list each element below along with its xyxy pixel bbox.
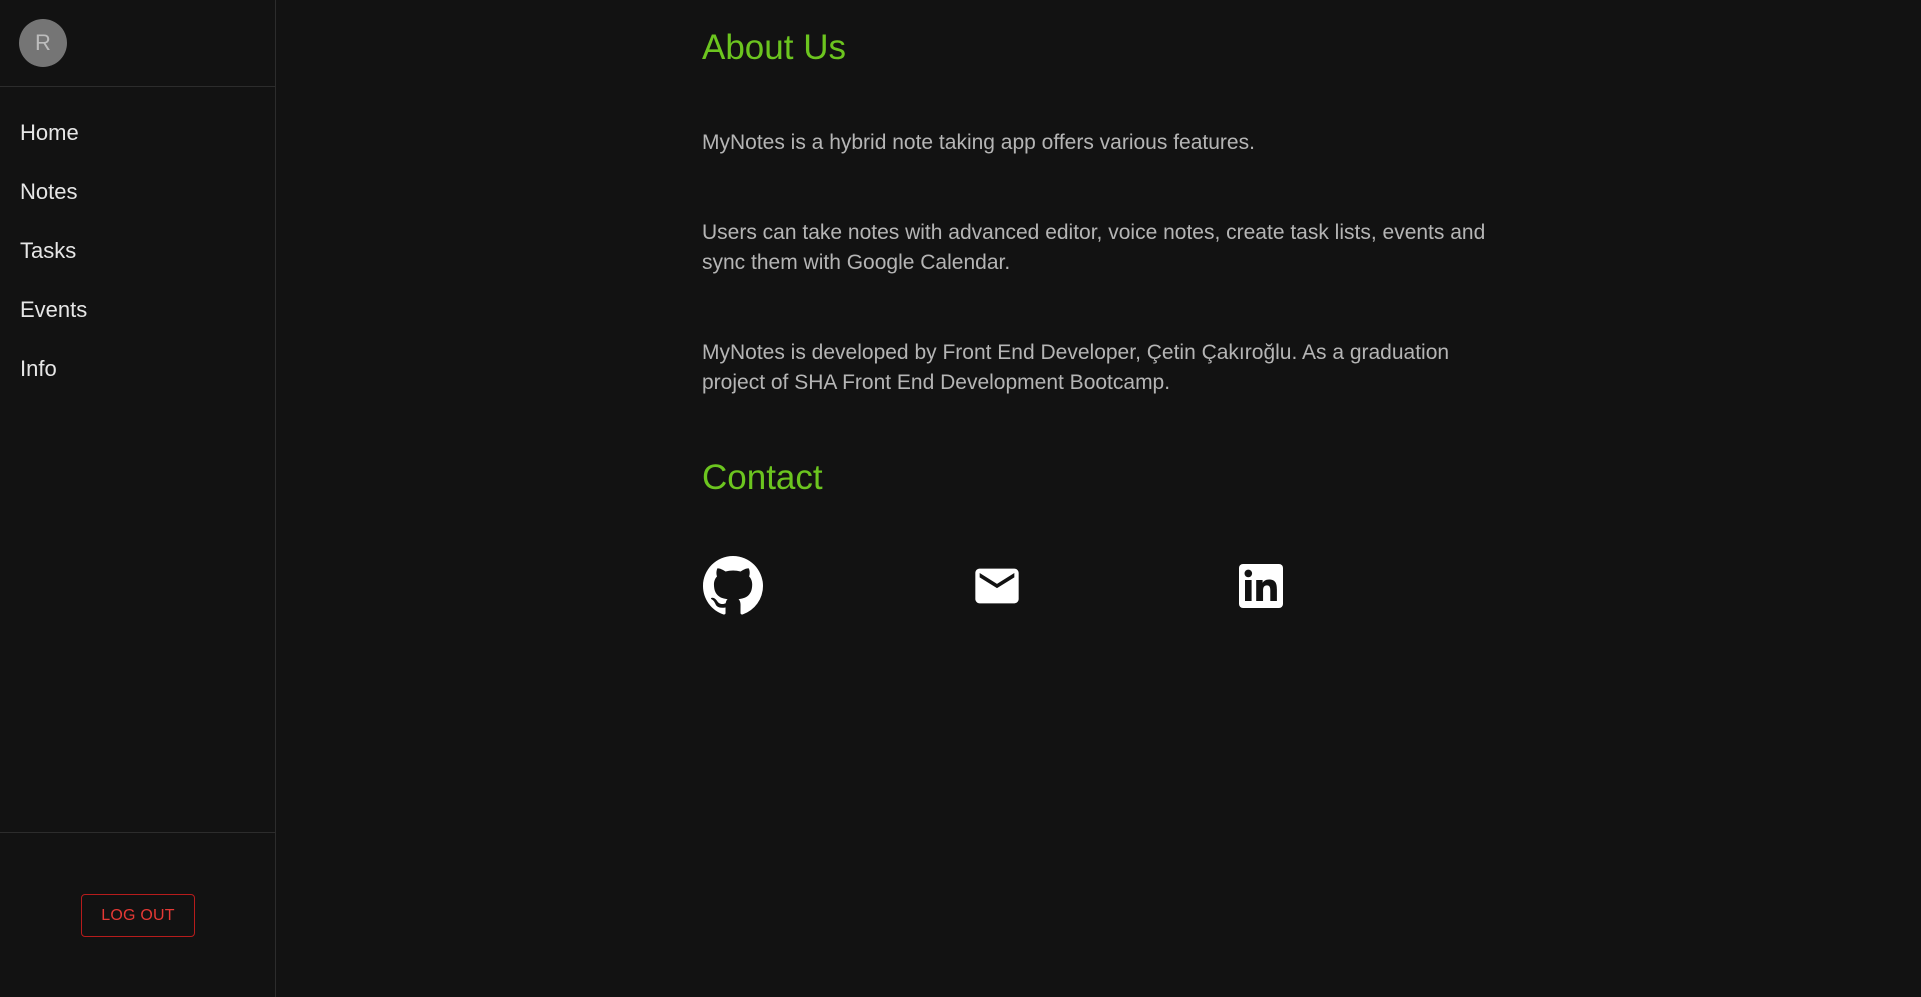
linkedin-icon bbox=[1239, 564, 1283, 608]
github-link[interactable] bbox=[702, 555, 764, 617]
sidebar-item-label: Notes bbox=[20, 178, 78, 204]
sidebar-item-notes[interactable]: Notes bbox=[0, 162, 275, 221]
github-icon bbox=[703, 556, 763, 615]
sidebar-item-label: Info bbox=[20, 355, 57, 381]
about-paragraph-description: Users can take notes with advanced edito… bbox=[702, 221, 1486, 274]
logout-button[interactable]: LOG OUT bbox=[81, 894, 195, 937]
sidebar-divider-bottom bbox=[0, 832, 276, 833]
sidebar-divider-top bbox=[0, 86, 276, 87]
contact-heading: Contact bbox=[702, 458, 823, 497]
email-link[interactable] bbox=[966, 555, 1028, 617]
sidebar-item-home[interactable]: Home bbox=[0, 103, 275, 162]
sidebar: R Home Notes Tasks Events Info LOG OUT bbox=[0, 0, 276, 997]
avatar-initial: R bbox=[35, 30, 51, 55]
avatar[interactable]: R bbox=[19, 19, 67, 67]
sidebar-item-events[interactable]: Events bbox=[0, 280, 275, 339]
sidebar-item-label: Events bbox=[20, 296, 88, 322]
linkedin-link[interactable] bbox=[1230, 555, 1292, 617]
about-heading: About Us bbox=[702, 28, 846, 67]
sidebar-item-label: Home bbox=[20, 119, 79, 145]
about-paragraph-features: MyNotes is a hybrid note taking app offe… bbox=[702, 131, 1255, 154]
about-paragraph-developer: MyNotes is developed by Front End Develo… bbox=[702, 341, 1450, 394]
sidebar-item-label: Tasks bbox=[20, 237, 77, 263]
mail-icon bbox=[975, 568, 1019, 604]
sidebar-item-info[interactable]: Info bbox=[0, 339, 275, 398]
sidebar-nav: Home Notes Tasks Events Info bbox=[0, 103, 275, 398]
sidebar-item-tasks[interactable]: Tasks bbox=[0, 221, 275, 280]
